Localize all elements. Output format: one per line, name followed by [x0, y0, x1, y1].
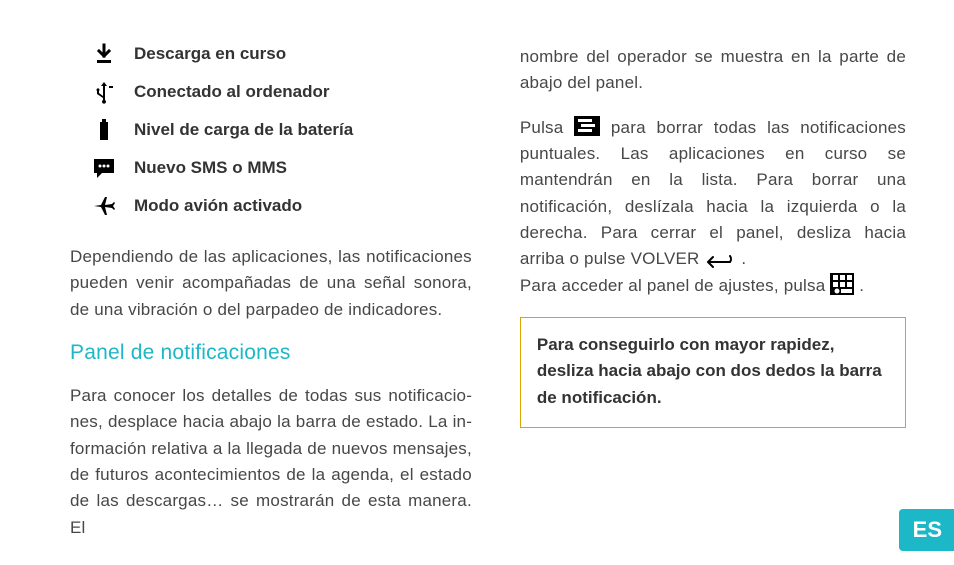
list-item: Modo avión activado — [70, 192, 472, 220]
document-page: Descarga en curso Conectado al ordenador… — [0, 0, 954, 565]
body-text: Dependiendo de las aplicaciones, las not… — [70, 244, 472, 323]
status-icon-list: Descarga en curso Conectado al ordenador… — [70, 40, 472, 220]
icon-label: Descarga en curso — [134, 44, 286, 64]
tip-callout: Para conseguirlo con mayor rapidez, desl… — [520, 317, 906, 428]
body-text: nombre del operador se muestra en la par… — [520, 44, 906, 97]
text-run: Pulsa — [520, 118, 574, 137]
text-run: Para acceder al panel de ajustes, pulsa — [520, 276, 830, 295]
sms-icon — [90, 154, 118, 182]
body-text: Pulsa para borrar todas las notificacion… — [520, 115, 906, 299]
icon-label: Nuevo SMS o MMS — [134, 158, 287, 178]
text-run: . — [736, 249, 746, 268]
text-run: para borrar todas las notificaciones pun… — [520, 118, 906, 269]
download-icon — [90, 40, 118, 68]
tip-text: Para conseguirlo con mayor rapidez, — [537, 332, 889, 358]
airplane-icon — [90, 192, 118, 220]
list-item: Nuevo SMS o MMS — [70, 154, 472, 182]
tip-text: desliza hacia abajo con dos dedos la bar… — [537, 358, 889, 411]
back-icon — [704, 251, 736, 265]
language-tab: ES — [899, 509, 954, 551]
clear-all-icon — [574, 116, 600, 136]
icon-label: Modo avión activado — [134, 196, 302, 216]
right-column: nombre del operador se muestra en la par… — [520, 40, 906, 535]
icon-label: Nivel de carga de la batería — [134, 120, 353, 140]
icon-label: Conectado al ordenador — [134, 82, 330, 102]
text-run: . — [854, 276, 864, 295]
settings-grid-icon — [830, 273, 854, 295]
body-text: Para conocer los detalles de todas sus n… — [70, 383, 472, 541]
list-item: Descarga en curso — [70, 40, 472, 68]
battery-icon — [90, 116, 118, 144]
list-item: Conectado al ordenador — [70, 78, 472, 106]
left-column: Descarga en curso Conectado al ordenador… — [70, 40, 472, 535]
usb-icon — [90, 78, 118, 106]
section-heading: Panel de notificaciones — [70, 341, 472, 365]
list-item: Nivel de carga de la batería — [70, 116, 472, 144]
